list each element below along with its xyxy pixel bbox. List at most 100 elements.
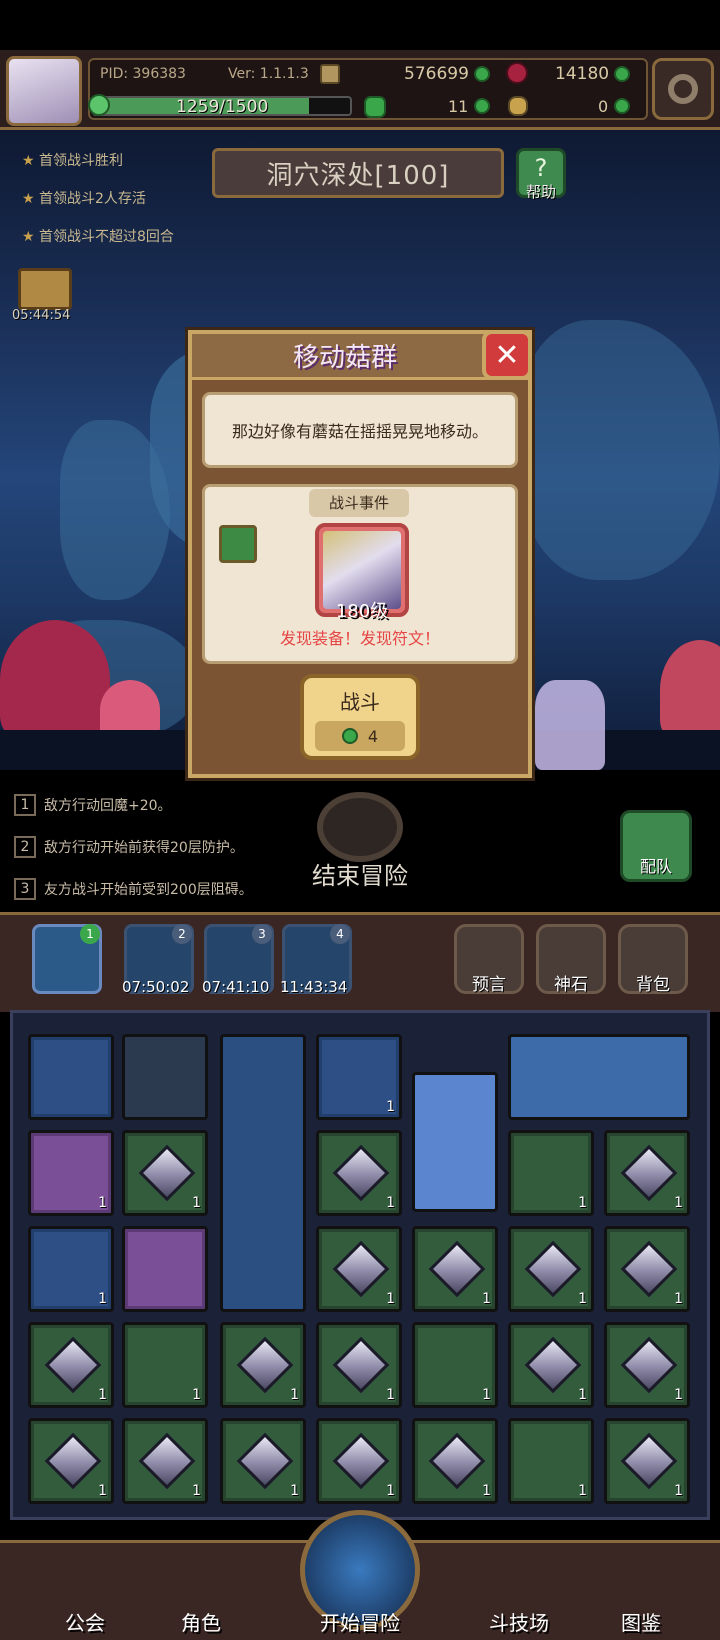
hero-sprite <box>535 680 605 770</box>
grid-cell[interactable]: 1 <box>122 1130 208 1216</box>
grid-cell[interactable]: 1 <box>604 1226 690 1312</box>
help-label: 帮助 <box>525 183 556 201</box>
grid-cell[interactable]: 1 <box>508 1322 594 1408</box>
grid-cell[interactable]: 1 <box>316 1130 402 1216</box>
nav-codex[interactable]: 图鉴 <box>576 1540 706 1640</box>
objectives-list: ★ 首领战斗胜利 ★ 首领战斗2人存活 ★ 首领战斗不超过8回合 <box>22 150 222 264</box>
close-icon: ✕ <box>494 337 520 373</box>
grid-cell[interactable]: 1 <box>316 1322 402 1408</box>
enemy-level: 180级 <box>335 601 389 622</box>
stage-title: 洞穴深处[100] <box>266 160 450 191</box>
fight-label: 战斗 <box>340 690 380 714</box>
fight-cost-pill: 4 <box>315 721 405 751</box>
clover-cost-icon <box>341 728 358 744</box>
grid-cell[interactable]: 1 <box>412 1418 498 1504</box>
grid-cell[interactable]: 1 <box>508 1418 594 1504</box>
end-adventure-button[interactable]: 结束冒险 <box>302 792 418 892</box>
settings-gear-icon[interactable] <box>652 58 714 120</box>
description-box: 那边好像有蘑菇在摇摇晃晃地移动。 <box>202 392 518 468</box>
slot-timer: 11:43:34 <box>280 978 348 996</box>
stage-title-banner: 洞穴深处[100] <box>212 148 504 198</box>
fight-cost: 4 <box>367 726 379 746</box>
version-label: Ver: 1.1.1.3 <box>228 66 309 82</box>
return-icon <box>317 792 403 862</box>
section-title: 战斗事件 <box>328 494 389 512</box>
key-icon <box>508 96 528 116</box>
grid-cell[interactable]: 1 <box>122 1418 208 1504</box>
grid-cell[interactable]: 1 <box>412 1226 498 1312</box>
clover-icon <box>364 96 386 118</box>
blue-pillar[interactable] <box>412 1072 498 1212</box>
fight-button[interactable]: 战斗 4 <box>300 674 420 760</box>
coin-icon <box>320 64 340 84</box>
grid-cell[interactable] <box>28 1034 114 1120</box>
grid-cell[interactable]: 1 <box>28 1322 114 1408</box>
team-button[interactable]: 配队 <box>620 810 692 882</box>
grid-cell[interactable]: 1 <box>604 1130 690 1216</box>
gem-count: 14180 <box>555 64 610 84</box>
stamina-value: 1259/1500 <box>176 97 269 117</box>
slot-timer: 07:50:02 <box>122 978 190 996</box>
coin-count: 576699 <box>404 64 469 84</box>
effect-item: 1 敌方行动回魔+20。 <box>14 784 314 826</box>
stone-pillar[interactable] <box>220 1034 306 1312</box>
add-key-icon[interactable] <box>614 98 630 114</box>
god-stone-button[interactable]: 神石 <box>536 924 606 995</box>
help-button[interactable]: ? 帮助 <box>516 148 566 201</box>
add-clover-icon[interactable] <box>474 98 490 114</box>
event-dialog: 移动菇群 ✕ 那边好像有蘑菇在摇摇晃晃地移动。 战斗事件 180级 发现装备！发… <box>188 330 532 778</box>
leaf-icon <box>88 94 110 116</box>
boss-map-tile[interactable] <box>508 1034 690 1120</box>
nav-start-adventure[interactable]: 开始冒险 <box>280 1510 440 1640</box>
dialog-header: 移动菇群 <box>192 334 528 380</box>
grid-cell[interactable]: 1 <box>316 1226 402 1312</box>
reward-text: 发现装备！发现符文！ <box>279 629 440 648</box>
section-title-tab: 战斗事件 <box>309 489 409 517</box>
team-label: 配队 <box>639 857 672 876</box>
effect-item: 3 友方战斗开始前受到200层阻碍。 <box>14 868 314 910</box>
grid-cell[interactable]: 1 <box>508 1130 594 1216</box>
grid-cell[interactable]: 1 <box>220 1418 306 1504</box>
effect-item: 2 敌方行动开始前获得20层防护。 <box>14 826 314 868</box>
nav-arena[interactable]: 斗技场 <box>454 1540 584 1640</box>
close-button[interactable]: ✕ <box>482 330 532 380</box>
top-status-bar: PID: 396383 Ver: 1.1.1.3 576699 14180 12… <box>0 50 720 130</box>
dialog-title: 移动菇群 <box>292 343 397 373</box>
backpack-button[interactable]: 背包 <box>618 924 688 995</box>
slot-timer: 07:41:10 <box>202 978 270 996</box>
chest-timer: 05:44:54 <box>12 308 71 323</box>
question-icon: ? <box>534 154 548 182</box>
slot-bar <box>0 912 720 1012</box>
grid-cell[interactable]: 1 <box>316 1034 402 1120</box>
add-coin-icon[interactable] <box>474 66 490 82</box>
thumbs-up-icon <box>219 525 257 563</box>
player-id: PID: 396383 <box>100 66 186 82</box>
grid-cell[interactable]: 1 <box>28 1418 114 1504</box>
avatar[interactable] <box>6 56 82 126</box>
objective-item: ★ 首领战斗不超过8回合 <box>22 229 174 245</box>
grid-cell[interactable] <box>122 1034 208 1120</box>
grid-cell[interactable] <box>122 1226 208 1312</box>
grid-cell[interactable]: 1 <box>28 1226 114 1312</box>
effects-list: 1 敌方行动回魔+20。 2 敌方行动开始前获得20层防护。 3 友方战斗开始前受到2… <box>14 784 314 910</box>
grid-cell[interactable]: 1 <box>28 1130 114 1216</box>
add-gem-icon[interactable] <box>614 66 630 82</box>
gem-icon <box>506 62 528 84</box>
nav-guild[interactable]: 公会 <box>20 1540 150 1640</box>
objective-item: ★ 首领战斗胜利 <box>22 153 124 169</box>
battle-event-box: 战斗事件 180级 发现装备！发现符文！ <box>202 484 518 664</box>
end-adventure-label: 结束冒险 <box>312 862 408 890</box>
grid-cell[interactable]: 1 <box>604 1322 690 1408</box>
event-description: 那边好像有蘑菇在摇摇晃晃地移动。 <box>231 422 488 441</box>
grid-cell[interactable]: 1 <box>508 1226 594 1312</box>
objective-item: ★ 首领战斗2人存活 <box>22 191 146 207</box>
prophecy-button[interactable]: 预言 <box>454 924 524 995</box>
grid-cell[interactable]: 1 <box>122 1322 208 1408</box>
grid-cell[interactable]: 1 <box>316 1418 402 1504</box>
clover-count: 11 <box>448 97 469 116</box>
reward-chest-icon[interactable] <box>18 268 72 310</box>
grid-cell[interactable]: 1 <box>412 1322 498 1408</box>
nav-character[interactable]: 角色 <box>136 1540 266 1640</box>
grid-cell[interactable]: 1 <box>220 1322 306 1408</box>
grid-cell[interactable]: 1 <box>604 1418 690 1504</box>
